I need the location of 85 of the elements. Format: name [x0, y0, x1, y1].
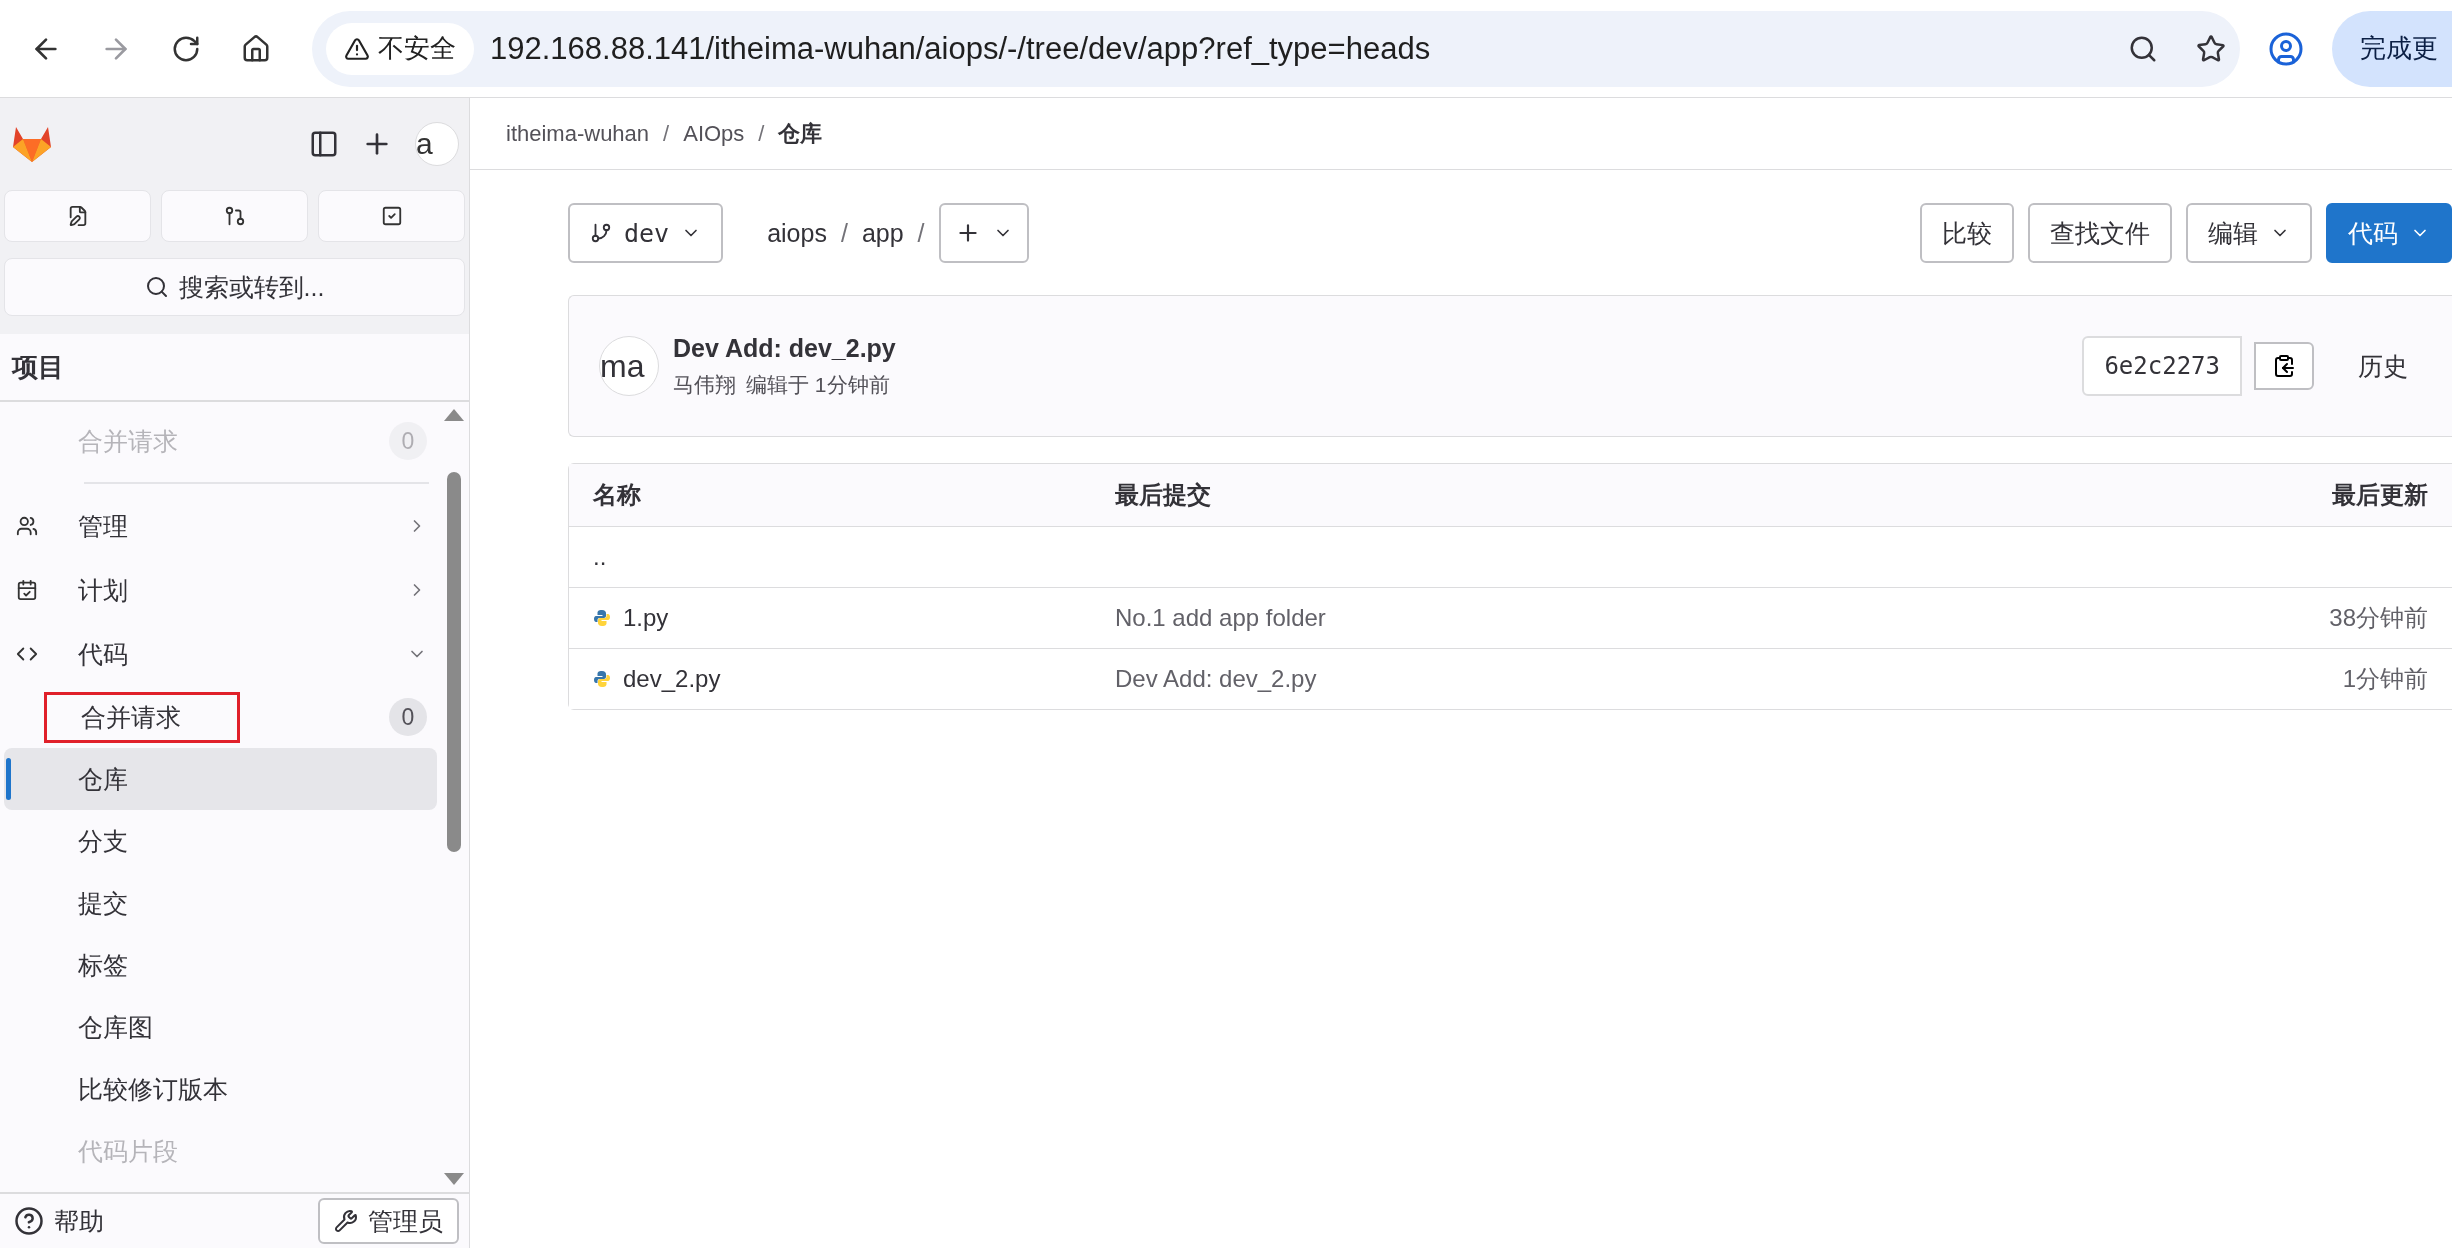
count-badge: 0 [389, 422, 427, 460]
nav-item[interactable]: 标签 [4, 934, 437, 996]
update-button[interactable]: 完成更 [2332, 10, 2452, 87]
breadcrumb-link[interactable]: itheima-wuhan [506, 120, 650, 147]
nav-item[interactable]: 仓库 [4, 748, 437, 810]
address-bar[interactable]: 不安全 192.168.88.141/itheima-wuhan/aiops/-/tree/dev/app?ref_type=heads [312, 10, 2240, 87]
toolbar-dropdown[interactable]: 编辑 [2186, 203, 2312, 263]
nav-item[interactable]: 仓库图 [4, 996, 437, 1058]
wrench-icon [334, 1209, 358, 1233]
commit-message-link[interactable]: No.1 add app folder [1115, 604, 2128, 632]
scroll-up-icon[interactable] [443, 408, 465, 422]
author-avatar[interactable]: ma [599, 336, 659, 396]
issues-button[interactable] [4, 190, 151, 242]
home-icon [241, 33, 271, 64]
nav-item-label: 仓库 [78, 763, 128, 795]
user-avatar[interactable]: a [415, 122, 459, 166]
nav-item-label: 比较修订版本 [78, 1073, 228, 1105]
nav-item-label: 提交 [78, 887, 128, 919]
nav-item-label: 合并请求 [78, 425, 178, 457]
nav-item-label: 代码片段 [78, 1135, 178, 1167]
nav-item-label: 分支 [78, 825, 128, 857]
python-file-icon [593, 609, 611, 627]
breadcrumb-separator: / [663, 120, 670, 147]
nav-item[interactable]: 分支 [4, 810, 437, 872]
nav-group[interactable]: 代码 [4, 622, 437, 686]
url-text: 192.168.88.141/itheima-wuhan/aiops/-/tree/dev/app?ref_type=heads [490, 30, 1432, 67]
help-link[interactable]: 帮助 [14, 1204, 104, 1238]
commit-title[interactable]: Dev Add: dev_2.py [673, 333, 896, 363]
group-icon [16, 515, 40, 537]
toolbar-button[interactable]: 查找文件 [2028, 203, 2172, 263]
updated-time: 38分钟前 [2328, 603, 2428, 633]
file-link[interactable]: 1.py [593, 604, 1115, 632]
path-link[interactable]: app [861, 218, 904, 248]
toolbar-button[interactable]: 比较 [1920, 203, 2014, 263]
branch-dropdown[interactable]: dev [568, 203, 724, 263]
column-header: 最后提交 [1115, 480, 1212, 510]
star-icon[interactable] [2196, 33, 2226, 64]
search-button[interactable]: 搜索或转到... [4, 258, 465, 316]
column-header: 名称 [593, 480, 642, 510]
branch-icon [590, 222, 612, 244]
nav-item-label: 标签 [78, 949, 128, 981]
nav-group-label: 管理 [78, 510, 128, 542]
search-icon [144, 275, 169, 299]
admin-button[interactable]: 管理员 [318, 1198, 459, 1244]
path-separator: / [917, 218, 925, 248]
nav-item[interactable]: 比较修订版本 [4, 1058, 437, 1120]
nav-group-label: 代码 [78, 638, 128, 670]
updated-time: 1分钟前 [2341, 664, 2428, 694]
nav-group-label: 计划 [78, 574, 128, 606]
path-separator: / [840, 218, 848, 248]
code-dropdown[interactable]: 代码 [2326, 203, 2452, 263]
security-chip[interactable]: 不安全 [326, 22, 474, 75]
python-file-icon [593, 670, 611, 688]
warning-icon [344, 35, 370, 62]
selected-indicator [6, 758, 11, 800]
merge-request-icon [223, 205, 246, 227]
nav-item[interactable]: 提交 [4, 872, 437, 934]
parent-directory-link[interactable]: .. [593, 543, 1115, 571]
nav-item[interactable]: 合并请求 0 [4, 686, 437, 748]
nav-group[interactable]: 计划 [4, 558, 437, 622]
breadcrumb-current[interactable]: 仓库 [778, 118, 823, 149]
logo-icon[interactable] [12, 125, 52, 163]
checkbox-icon [380, 205, 403, 227]
breadcrumb-link[interactable]: AIOps [683, 120, 745, 147]
author-name[interactable]: 马伟翔 [673, 370, 736, 399]
commit-message-link[interactable]: Dev Add: dev_2.py [1115, 665, 2128, 693]
history-button[interactable]: 历史 [2328, 336, 2452, 396]
section-title: 项目 [0, 334, 469, 402]
help-icon [14, 1206, 44, 1236]
nav-item-label: 合并请求 [81, 701, 181, 733]
nav-item-label: 仓库图 [78, 1011, 153, 1043]
profile-icon[interactable] [2268, 30, 2304, 67]
commit-time: 编辑于 1分钟前 [746, 371, 890, 398]
sidebar-toggle-icon[interactable] [309, 129, 339, 159]
file-link[interactable]: dev_2.py [593, 665, 1115, 693]
column-header: 最后更新 [2331, 480, 2428, 510]
clipboard-icon [2272, 354, 2296, 378]
scrollbar-thumb[interactable] [447, 472, 461, 852]
scroll-down-icon[interactable] [443, 1172, 465, 1186]
copy-button[interactable] [2254, 342, 2314, 390]
commit-sha: 6e2c2273 [2082, 336, 2242, 396]
nav-group[interactable]: 管理 [4, 494, 437, 558]
breadcrumb-separator: / [758, 120, 765, 147]
path-link[interactable]: aiops [767, 218, 827, 248]
count-badge: 0 [389, 698, 427, 736]
